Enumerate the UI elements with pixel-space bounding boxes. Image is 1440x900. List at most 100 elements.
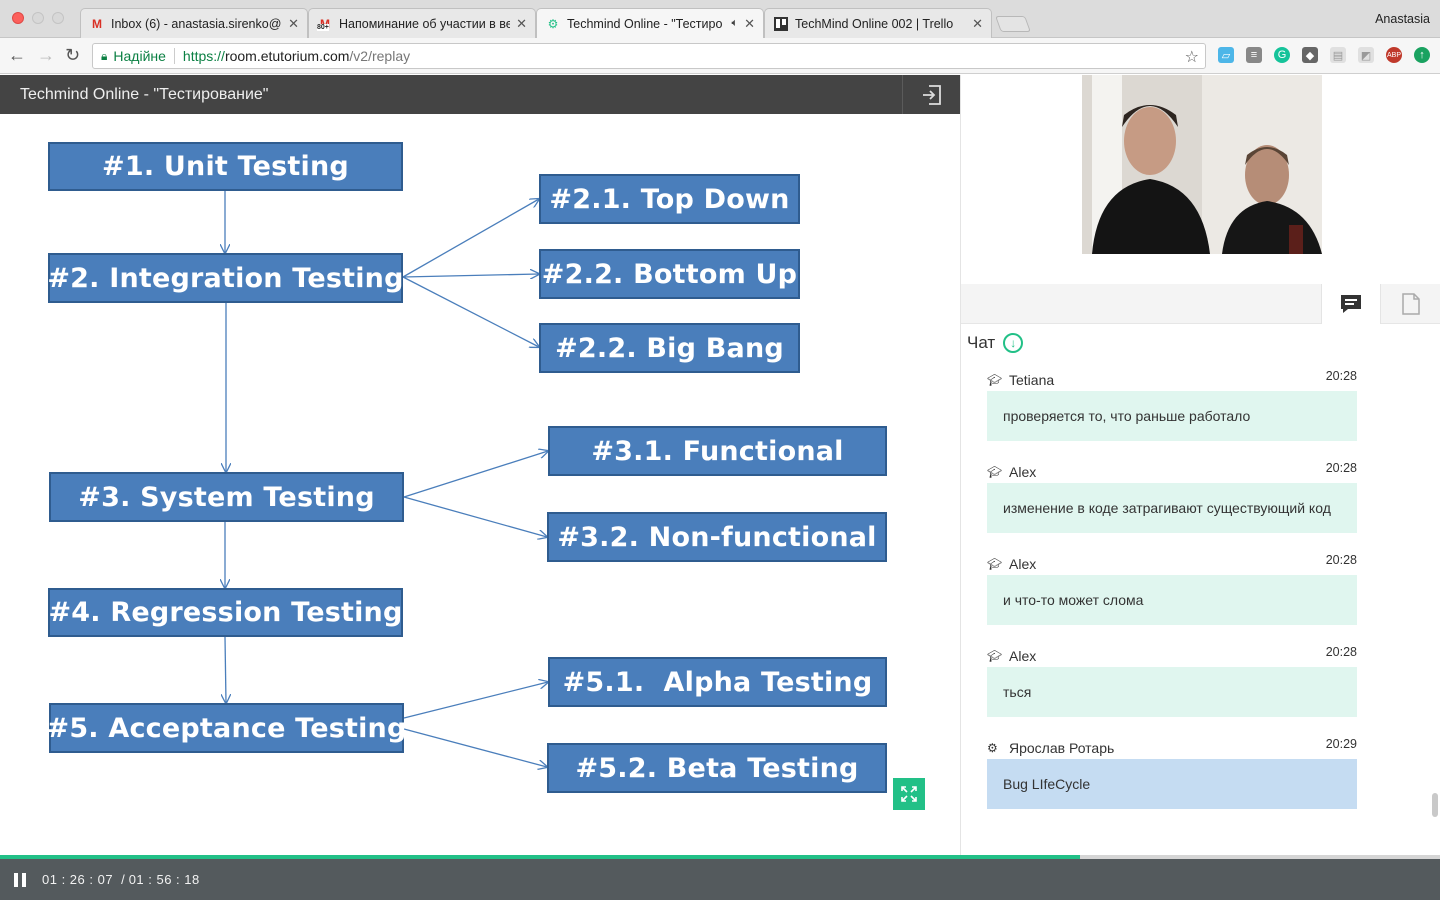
arrow-to-nonfunctional [403, 496, 547, 537]
chat-scrollbar[interactable] [1432, 793, 1438, 817]
chat-message: 🎓︎ Alex 20:28 ться [987, 645, 1357, 717]
graduation-cap-icon: 🎓︎ [987, 557, 1003, 571]
browser-tab-trello[interactable]: TechMind Online 002 | Trello ✕ [764, 8, 992, 38]
back-arrow-icon[interactable]: ← [8, 46, 26, 64]
browser-tab-techmind[interactable]: ⚙ Techmind Online - "Тестиро 🔈︎ ✕ [536, 8, 764, 38]
url-path: /v2/replay [349, 48, 411, 64]
upload-icon[interactable]: ↑ [1414, 47, 1430, 63]
window-zoom-button[interactable] [52, 12, 64, 24]
graduation-cap-icon: 🎓︎ [987, 649, 1003, 663]
secure-label: Надійне [113, 48, 166, 64]
side-panel: Чат ↓ 🎓︎ Tetiana 20:28 проверяется то, ч… [960, 75, 1440, 855]
download-icon[interactable]: ↓ [1003, 333, 1024, 353]
close-icon[interactable]: ✕ [744, 16, 755, 32]
reload-icon[interactable]: ↻ [65, 46, 80, 64]
arrow-to-bottom-up [402, 274, 539, 277]
graduation-cap-icon: 🎓︎ [987, 465, 1003, 479]
player-controls: 01 : 26 : 07 / 01 : 56 : 18 [0, 859, 1440, 900]
document-icon [1402, 293, 1420, 315]
webcam-video[interactable] [1082, 75, 1322, 254]
box-integration-testing: #2. Integration Testing [47, 253, 403, 303]
gmail-icon: M [92, 16, 102, 31]
message-time: 20:29 [1325, 737, 1357, 751]
box-alpha-testing: #5.1. Alpha Testing [548, 657, 887, 707]
forward-arrow-icon[interactable]: → [37, 46, 55, 64]
box-bottom-up: #2.2. Bottom Up [539, 249, 800, 299]
box-system-testing: #3. System Testing [49, 472, 404, 522]
box-big-bang: #2.2. Big Bang [539, 323, 800, 373]
message-time: 20:28 [1325, 553, 1357, 567]
box-beta-testing: #5.2. Beta Testing [547, 743, 887, 793]
tab-title: Inbox (6) - anastasia.sirenko@ [111, 16, 282, 31]
video-frame [1082, 75, 1322, 254]
total-time: 01 : 56 : 18 [128, 872, 200, 887]
arrow-regression-to-acceptance [225, 636, 226, 703]
adblock-icon[interactable]: ABP [1386, 47, 1402, 63]
box-non-functional: #3.2. Non-functional [547, 512, 887, 562]
browser-tab-inbox[interactable]: M Inbox (6) - anastasia.sirenko@ ✕ [80, 8, 308, 38]
graduation-cap-icon: 🎓︎ [987, 373, 1003, 387]
arrow-to-beta [403, 728, 547, 767]
expand-icon [901, 786, 917, 802]
message-author: Ярослав Ротарь [1009, 740, 1115, 756]
tab-title: Напоминание об участии в ве [339, 16, 511, 31]
extension-icon[interactable]: ▤ [1330, 47, 1346, 63]
browser-tab-reminder[interactable]: M80+ Напоминание об участии в ве ✕ [308, 8, 536, 38]
message-text: и что-то может слома [987, 575, 1357, 625]
current-time: 01 : 26 : 07 [42, 872, 114, 887]
tab-chat[interactable] [1321, 284, 1381, 324]
trello-icon [773, 16, 789, 32]
grammarly-icon[interactable]: G [1274, 47, 1290, 63]
exit-room-button[interactable] [902, 75, 960, 114]
evernote-icon[interactable]: ◆ [1302, 47, 1318, 63]
message-author: Alex [1009, 464, 1037, 480]
tab-title: TechMind Online 002 | Trello [795, 16, 954, 31]
extension-icon[interactable]: ▱ [1218, 47, 1234, 63]
address-bar[interactable]: 🔒︎ Надійне https://room.etutorium.com/v2… [92, 43, 1206, 69]
close-icon[interactable]: ✕ [516, 16, 527, 32]
pause-button[interactable] [14, 872, 26, 887]
gear-icon: ⚙ [547, 16, 559, 31]
arrow-to-big-bang [402, 276, 539, 347]
message-author: Alex [1009, 648, 1037, 664]
chat-message: 🎓︎ Alex 20:28 изменение в коде затрагива… [987, 461, 1357, 533]
panel-tabs [961, 284, 1440, 324]
presentation-slide: #1. Unit Testing #2. Integration Testing… [0, 114, 960, 854]
gmail-icon: M80+ [317, 16, 333, 32]
box-functional: #3.1. Functional [548, 426, 887, 476]
browser-nav-bar: ← → ↻ 🔒︎ Надійне https://room.etutorium.… [0, 38, 1440, 74]
extension-icon[interactable]: ≡ [1246, 47, 1262, 63]
speaker-icon[interactable]: 🔈︎ [731, 17, 738, 30]
chat-message: ⚙ Ярослав Ротарь 20:29 Bug LIfeCycle [987, 737, 1357, 809]
chat-heading: Чат ↓ [967, 333, 1024, 353]
window-close-button[interactable] [12, 12, 24, 24]
divider [173, 48, 175, 64]
lock-icon: 🔒︎ [101, 48, 108, 63]
window-minimize-button[interactable] [32, 12, 44, 24]
chat-title: Чат [967, 333, 996, 352]
url-scheme: https:// [182, 48, 225, 64]
fullscreen-button[interactable] [893, 778, 925, 810]
room-title: Techmind Online - "Тестирование" [20, 85, 269, 103]
gear-icon: ⚙ [987, 741, 998, 755]
message-author: Alex [1009, 556, 1037, 572]
message-author: Tetiana [1009, 372, 1055, 388]
extension-icon[interactable]: ◩ [1358, 47, 1374, 63]
box-unit-testing: #1. Unit Testing [48, 142, 403, 191]
close-icon[interactable]: ✕ [972, 16, 983, 32]
time-separator: / [121, 872, 125, 887]
bookmark-star-icon[interactable]: ☆ [1185, 47, 1199, 67]
profile-name[interactable]: Anastasia [1375, 12, 1430, 26]
message-text: проверяется то, что раньше работало [987, 391, 1357, 441]
chat-icon [1341, 295, 1361, 313]
url-host: room.etutorium.com [224, 48, 350, 64]
new-tab-button[interactable] [995, 16, 1031, 32]
tab-documents[interactable] [1381, 284, 1440, 324]
message-time: 20:28 [1325, 645, 1357, 659]
close-icon[interactable]: ✕ [288, 16, 299, 32]
message-text: Bug LIfeCycle [987, 759, 1357, 809]
exit-icon [922, 84, 941, 105]
message-text: изменение в коде затрагивают существующи… [987, 483, 1357, 533]
box-regression-testing: #4. Regression Testing [48, 588, 403, 637]
message-text: ться [987, 667, 1357, 717]
